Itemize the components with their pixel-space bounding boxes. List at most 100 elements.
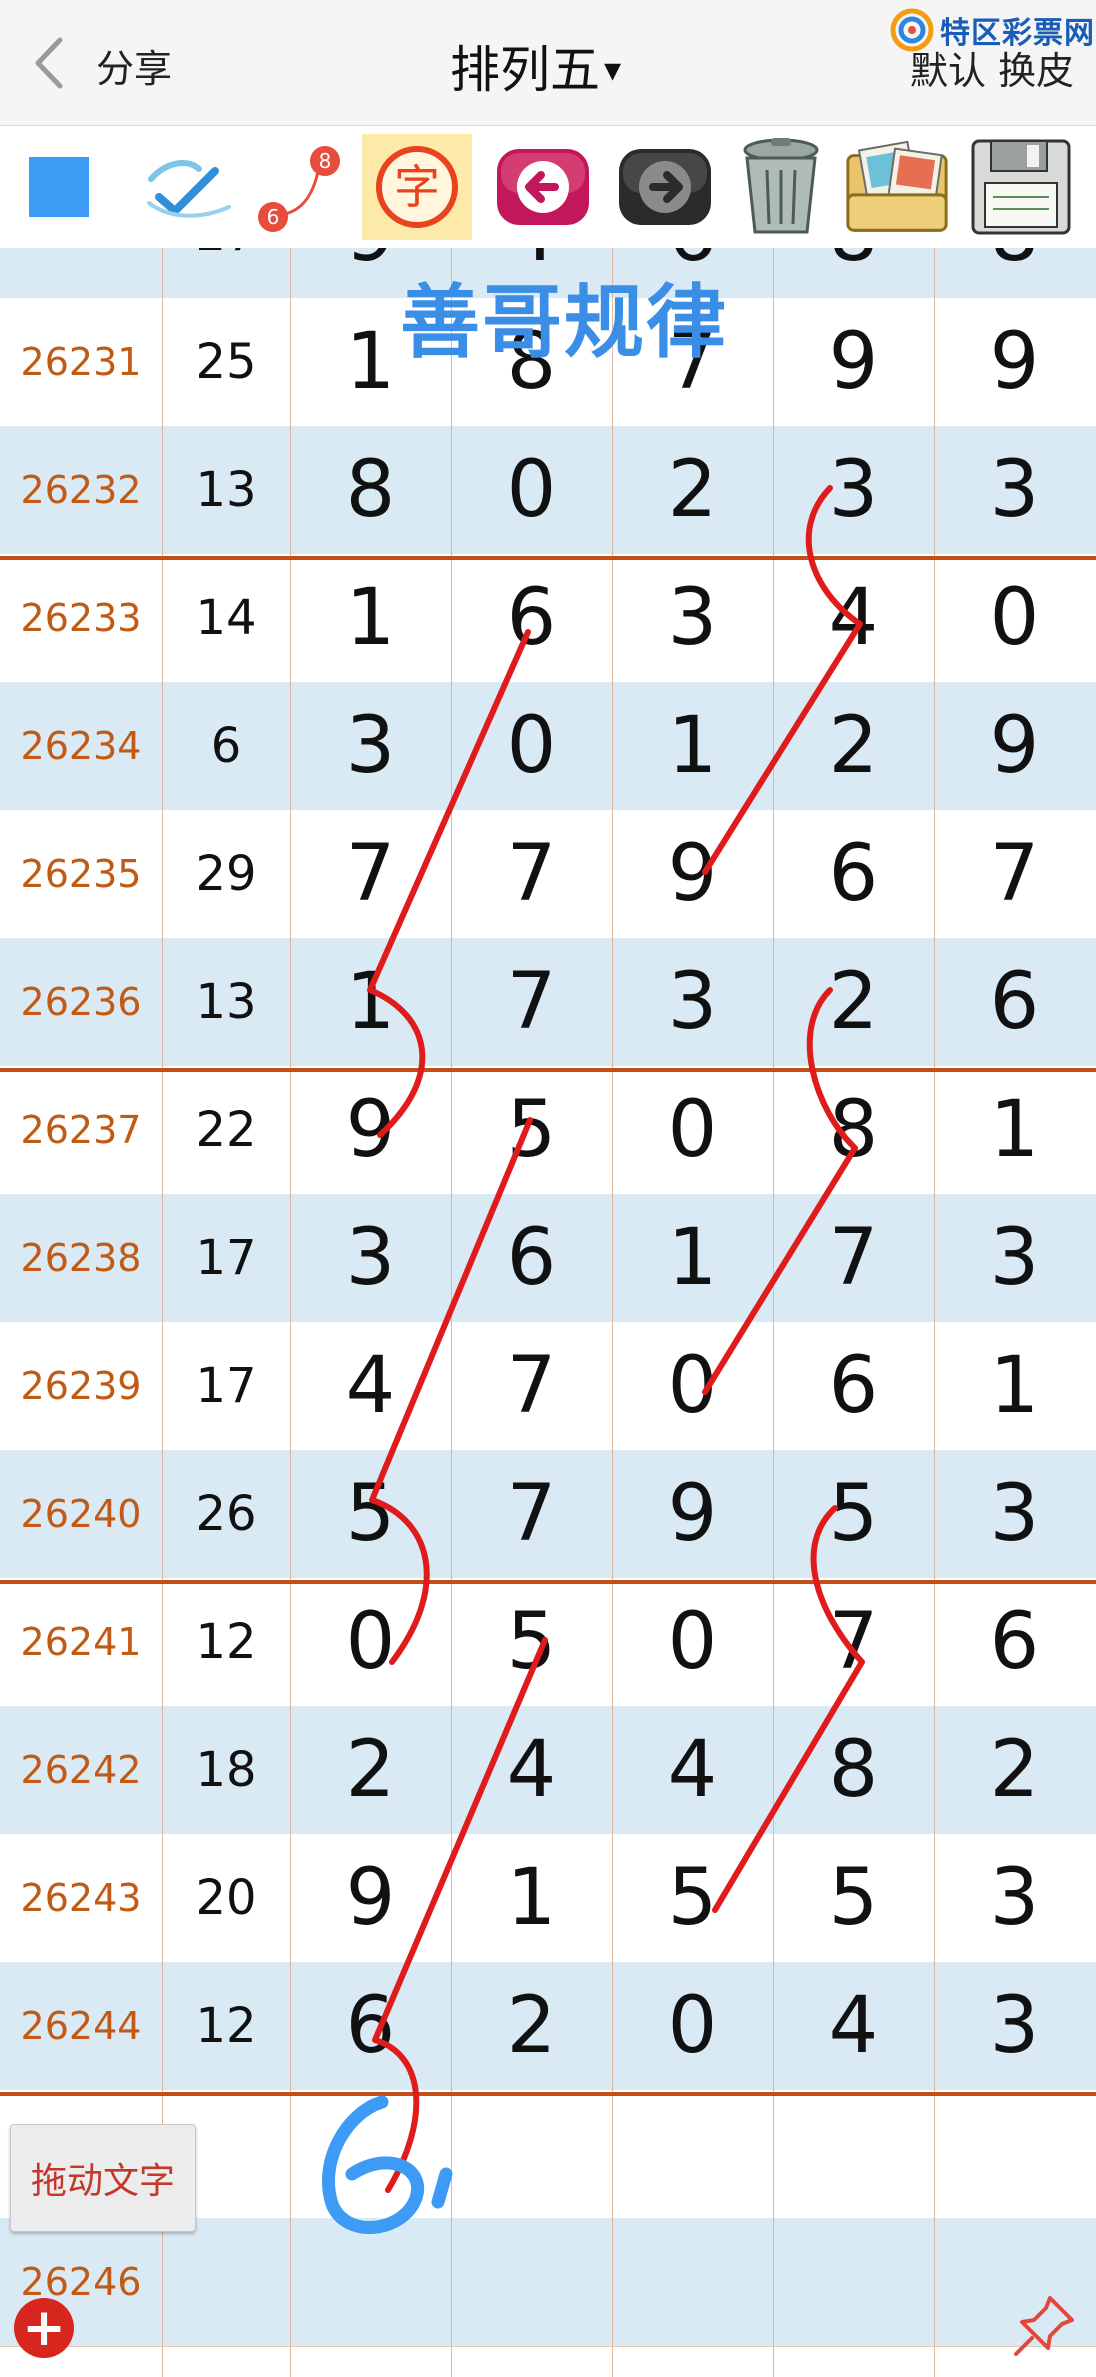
draw-row[interactable]: 26233 14 1 6 3 4 0 xyxy=(0,554,1096,683)
draw-digit: 3 xyxy=(667,957,718,1047)
issue-number: 26234 xyxy=(20,724,142,768)
draw-digit: 2 xyxy=(989,1725,1040,1815)
draw-digit xyxy=(290,2218,451,2346)
column-divider xyxy=(612,248,613,2377)
draw-digit xyxy=(612,2218,773,2346)
text-tool-glyph: 字 xyxy=(394,160,440,214)
back-chevron-icon[interactable] xyxy=(30,36,70,90)
draw-row[interactable]: 26240 26 5 7 9 5 3 xyxy=(0,1450,1096,1579)
draw-row[interactable]: 26235 29 7 7 9 6 7 xyxy=(0,810,1096,939)
draw-digit: 9 xyxy=(345,1853,396,1943)
digit-sum: 26 xyxy=(195,1486,257,1542)
draw-row[interactable]: 26243 20 9 1 5 5 3 xyxy=(0,1834,1096,1963)
pen-check-icon[interactable] xyxy=(132,134,242,240)
draw-digit: 8 xyxy=(773,248,934,298)
draw-digit: 3 xyxy=(667,573,718,663)
issue-number: 26244 xyxy=(20,2004,142,2048)
drag-text-button[interactable]: 拖动文字 xyxy=(10,2124,196,2232)
draw-row[interactable]: 26237 22 9 5 0 8 1 xyxy=(0,1066,1096,1195)
issue-number: 26240 xyxy=(20,1492,142,1536)
draw-digit: 2 xyxy=(828,957,879,1047)
pictures-folder-icon[interactable] xyxy=(842,134,952,240)
draw-digit: 6 xyxy=(989,1597,1040,1687)
draw-digit: 0 xyxy=(667,1981,718,2071)
trash-can-icon[interactable] xyxy=(726,134,836,240)
draw-digit: 9 xyxy=(828,317,879,407)
draw-digit: 6 xyxy=(828,1341,879,1431)
digit-sum: 6 xyxy=(210,718,242,774)
draw-row[interactable]: 26232 13 8 0 2 3 3 xyxy=(0,426,1096,555)
column-divider xyxy=(773,248,774,2377)
issue-number: 26243 xyxy=(20,1876,142,1920)
digit-sum: 14 xyxy=(195,590,257,646)
draw-digit: 7 xyxy=(828,1213,879,1303)
issue-number: 26241 xyxy=(20,1620,142,1664)
draw-digit: 1 xyxy=(506,1853,557,1943)
draw-digit: 9 xyxy=(989,701,1040,791)
text-tool-icon[interactable]: 字 xyxy=(362,134,472,240)
draw-digit: 4 xyxy=(506,1725,557,1815)
dropdown-caret-icon: ▾ xyxy=(604,50,622,90)
digit-sum: 27 xyxy=(162,248,290,298)
digit-sum: 22 xyxy=(195,1102,257,1158)
color-square-icon[interactable] xyxy=(4,134,114,240)
draw-digit: 3 xyxy=(828,445,879,535)
draw-digit: 2 xyxy=(667,445,718,535)
lottery-type-selector[interactable]: 排列五 ▾ xyxy=(450,30,621,102)
digit-sum: 29 xyxy=(195,846,257,902)
draw-row[interactable]: 26242 18 2 4 4 8 2 xyxy=(0,1706,1096,1835)
draw-digit: 3 xyxy=(989,1853,1040,1943)
digit-sum: 17 xyxy=(195,1358,257,1414)
digit-sum: 12 xyxy=(195,1998,257,2054)
page-title: 排列五 xyxy=(450,41,600,99)
digit-sum: 17 xyxy=(195,1230,257,1286)
draw-digit: 0 xyxy=(506,701,557,791)
pin-icon[interactable] xyxy=(1010,2290,1080,2360)
draw-row[interactable]: 26244 12 6 2 0 4 3 xyxy=(0,1962,1096,2091)
issue-number xyxy=(0,248,162,298)
draw-digit: 7 xyxy=(506,1341,557,1431)
draw-digit: 4 xyxy=(828,573,879,663)
digit-sum: 20 xyxy=(195,1870,257,1926)
draw-digit: 3 xyxy=(989,1981,1040,2071)
draw-digit: 6 xyxy=(506,573,557,663)
issue-number: 26242 xyxy=(20,1748,142,1792)
path-end-label: 8 xyxy=(319,149,332,173)
draw-digit: 3 xyxy=(989,445,1040,535)
draw-row[interactable]: 26239 17 4 7 0 6 1 xyxy=(0,1322,1096,1451)
draw-digit: 1 xyxy=(989,1341,1040,1431)
draw-row[interactable]: 26236 13 1 7 3 2 6 xyxy=(0,938,1096,1067)
save-floppy-icon[interactable] xyxy=(966,134,1076,240)
draw-digit: 5 xyxy=(345,1469,396,1559)
add-button[interactable]: + xyxy=(14,2298,74,2358)
draw-digit: 1 xyxy=(989,1085,1040,1175)
digit-sum: 25 xyxy=(195,334,257,390)
draw-digit: 2 xyxy=(828,701,879,791)
draw-row[interactable]: 26241 12 0 5 0 7 6 xyxy=(0,1578,1096,1707)
draw-digit: 3 xyxy=(989,1469,1040,1559)
draw-row[interactable]: 26246 xyxy=(0,2218,1096,2347)
column-divider xyxy=(451,248,452,2377)
draw-digit: 5 xyxy=(506,1597,557,1687)
draw-digit: 3 xyxy=(345,1213,396,1303)
redo-arrow-icon[interactable] xyxy=(610,134,720,240)
draw-digit: 7 xyxy=(828,1597,879,1687)
draw-row[interactable]: 26238 17 3 6 1 7 3 xyxy=(0,1194,1096,1323)
draw-digit: 8 xyxy=(934,248,1095,298)
draw-digit: 4 xyxy=(667,1725,718,1815)
draw-digit xyxy=(290,2090,451,2218)
skin-switch-button[interactable]: 默认 换皮 xyxy=(910,40,1074,95)
draw-digit: 7 xyxy=(506,957,557,1047)
draw-digit: 2 xyxy=(345,1725,396,1815)
draw-digit: 2 xyxy=(506,1981,557,2071)
draw-row[interactable]: 26234 6 3 0 1 2 9 xyxy=(0,682,1096,811)
draw-digit: 9 xyxy=(667,1469,718,1559)
column-divider xyxy=(290,248,291,2377)
draw-digit: 7 xyxy=(345,829,396,919)
share-button[interactable]: 分享 xyxy=(96,38,172,93)
number-path-icon[interactable]: 8 6 xyxy=(244,134,354,240)
app-header: 分享 排列五 ▾ 特区彩票网 默认 换皮 xyxy=(0,0,1096,126)
path-start-label: 6 xyxy=(267,205,280,229)
draw-digit: 9 xyxy=(345,1085,396,1175)
undo-arrow-icon[interactable] xyxy=(488,134,598,240)
